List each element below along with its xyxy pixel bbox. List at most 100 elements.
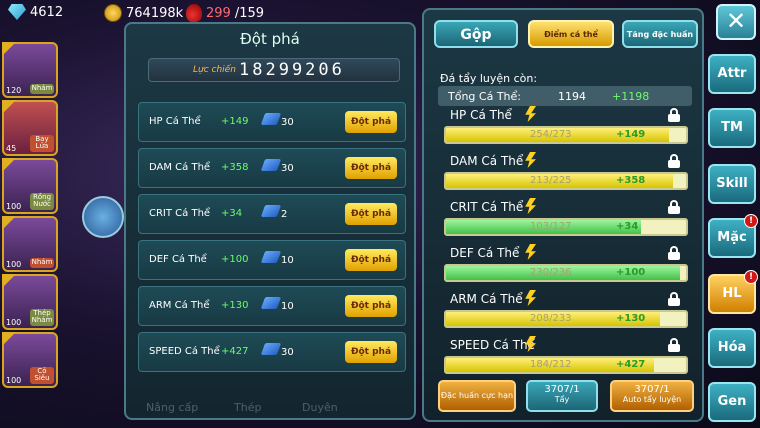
lightning-bolt-icon [525,290,536,306]
breakthrough-row: CRIT Cá Thể +34 2 Đột phá [138,194,406,234]
breakthrough-button[interactable]: Đột phá [345,111,397,133]
stat-value: 230/236 [530,267,572,278]
stat-value: 213/225 [530,175,572,186]
side-tab-label: Skill [716,176,748,191]
rank-tag-icon [2,100,16,114]
side-tab-attr[interactable]: Attr [708,54,756,94]
stat-progress-bar: 230/236 +100 [444,264,688,282]
side-tab-hóa[interactable]: Hóa [708,328,756,368]
side-tab-hl[interactable]: HL! [708,270,758,314]
party-member-card[interactable]: 100 Nhám [2,216,58,272]
scroll-item-icon [260,297,282,309]
breakthrough-button[interactable]: Đột phá [345,341,397,363]
close-button[interactable]: ✕ [716,4,756,40]
rank-tag-icon [2,42,16,56]
tab-merge[interactable]: Gộp [434,20,518,48]
stat-bonus: +130 [221,300,249,311]
scroll-item-icon [260,343,282,355]
extreme-training-button[interactable]: Đặc huấn cực hạn [438,380,516,412]
party-member-card[interactable]: 100 Cỏ Siêu [2,332,58,388]
scroll-item-icon [260,113,282,125]
lightning-bolt-icon [525,244,536,260]
party-member-card[interactable]: 100 Rồng Nước [2,158,58,214]
rank-tag-icon [2,332,16,346]
refine-button[interactable]: 3707/1 Tẩy [526,380,598,412]
breakthrough-panel: Đột phá Lực chiến 18299206 HP Cá Thể +149… [124,22,416,420]
breakthrough-row: HP Cá Thể +149 30 Đột phá [138,102,406,142]
tab-individual-points[interactable]: Điểm cá thể [528,20,614,48]
stat-name: ARM Cá Thể [149,300,210,311]
stat-name: CRIT Cá Thể [149,208,211,219]
stat-value: 254/273 [530,129,572,140]
breakthrough-button[interactable]: Đột phá [345,295,397,317]
stat-name: SPEED Cá Thể [149,346,220,357]
alert-badge-icon: ! [744,270,758,284]
total-value: 1194 [558,89,586,103]
stat-label: ARM Cá Thể [450,292,523,306]
stamina-max: /159 [234,5,265,21]
stat-bonus: +100 [221,254,249,265]
item-cost: 30 [281,347,294,358]
side-tab-mặc[interactable]: Mặc! [708,214,758,258]
stat-progress-bar: 103/127 +34 [444,218,688,236]
stat-value: 184/212 [530,359,572,370]
total-add: +1198 [612,89,650,103]
scroll-item-icon [260,251,282,263]
stats-tabs: Gộp Điểm cá thể Tăng đặc huấn [434,20,698,50]
member-level: 100 [6,376,22,385]
stat-name: HP Cá Thể [149,116,201,127]
member-level: 100 [6,202,22,211]
individual-stats-panel: Gộp Điểm cá thể Tăng đặc huấn Đá tẩy luy… [422,8,704,422]
member-type-badge: Nhám [30,84,54,94]
combat-power-box: Lực chiến 18299206 [148,58,400,82]
member-level: 120 [6,86,22,95]
stat-progress-row: DEF Cá Thể 230/236 +100 [438,244,692,286]
stat-progress-row: CRIT Cá Thể 103/127 +34 [438,198,692,240]
lock-icon[interactable] [668,154,680,168]
side-tab-gen[interactable]: Gen [708,382,756,422]
party-member-card[interactable]: 45 Bay Lửa [2,100,58,156]
stat-value: 103/127 [530,221,572,232]
breakthrough-button[interactable]: Đột phá [345,249,397,271]
stat-bonus: +149 [221,116,249,127]
member-type-badge: Thép Nhám [30,308,54,326]
stat-value: 208/233 [530,313,572,324]
total-label: Tổng Cá Thể: [448,89,521,103]
stat-label: DEF Cá Thể [450,246,520,260]
stat-add: +100 [616,267,646,278]
party-member-card[interactable]: 120 Nhám [2,42,58,98]
gem-counter: 4612 [8,4,63,20]
lock-icon[interactable] [668,292,680,306]
lock-icon[interactable] [668,246,680,260]
combat-power-label: Lực chiến [193,65,236,75]
breakthrough-button[interactable]: Đột phá [345,157,397,179]
stat-name: DAM Cá Thể [149,162,211,173]
stat-add: +34 [616,221,639,232]
ghost-tab-steel: Thép [234,401,262,414]
side-tab-label: Mặc [717,230,747,245]
side-tab-label: Attr [717,66,747,81]
item-cost: 10 [281,301,294,312]
member-type-badge: Bay Lửa [30,134,54,152]
breakthrough-button[interactable]: Đột phá [345,203,397,225]
lock-icon[interactable] [668,338,680,352]
tab-special-training[interactable]: Tăng đặc huấn [622,20,698,48]
party-member-card[interactable]: 100 Thép Nhám [2,274,58,330]
stat-add: +427 [616,359,646,370]
auto-refine-label: Auto tẩy luyện [622,395,682,404]
stat-label: DAM Cá Thể [450,154,524,168]
stat-bonus: +358 [221,162,249,173]
stat-progress-bar: 208/233 +130 [444,310,688,328]
side-tab-tm[interactable]: TM [708,108,756,148]
side-tab-skill[interactable]: Skill [708,164,756,204]
stat-progress-row: HP Cá Thể 254/273 +149 [438,106,692,148]
stamina-icon [186,4,202,22]
stat-progress-bar: 254/273 +149 [444,126,688,144]
action-buttons: Đặc huấn cực hạn 3707/1 Tẩy 3707/1 Auto … [434,380,696,414]
lock-icon[interactable] [668,108,680,122]
auto-refine-button[interactable]: 3707/1 Auto tẩy luyện [610,380,694,412]
lock-icon[interactable] [668,200,680,214]
lightning-bolt-icon [525,152,536,168]
lock-feature-icon[interactable] [82,196,124,238]
breakthrough-row: DEF Cá Thể +100 10 Đột phá [138,240,406,280]
